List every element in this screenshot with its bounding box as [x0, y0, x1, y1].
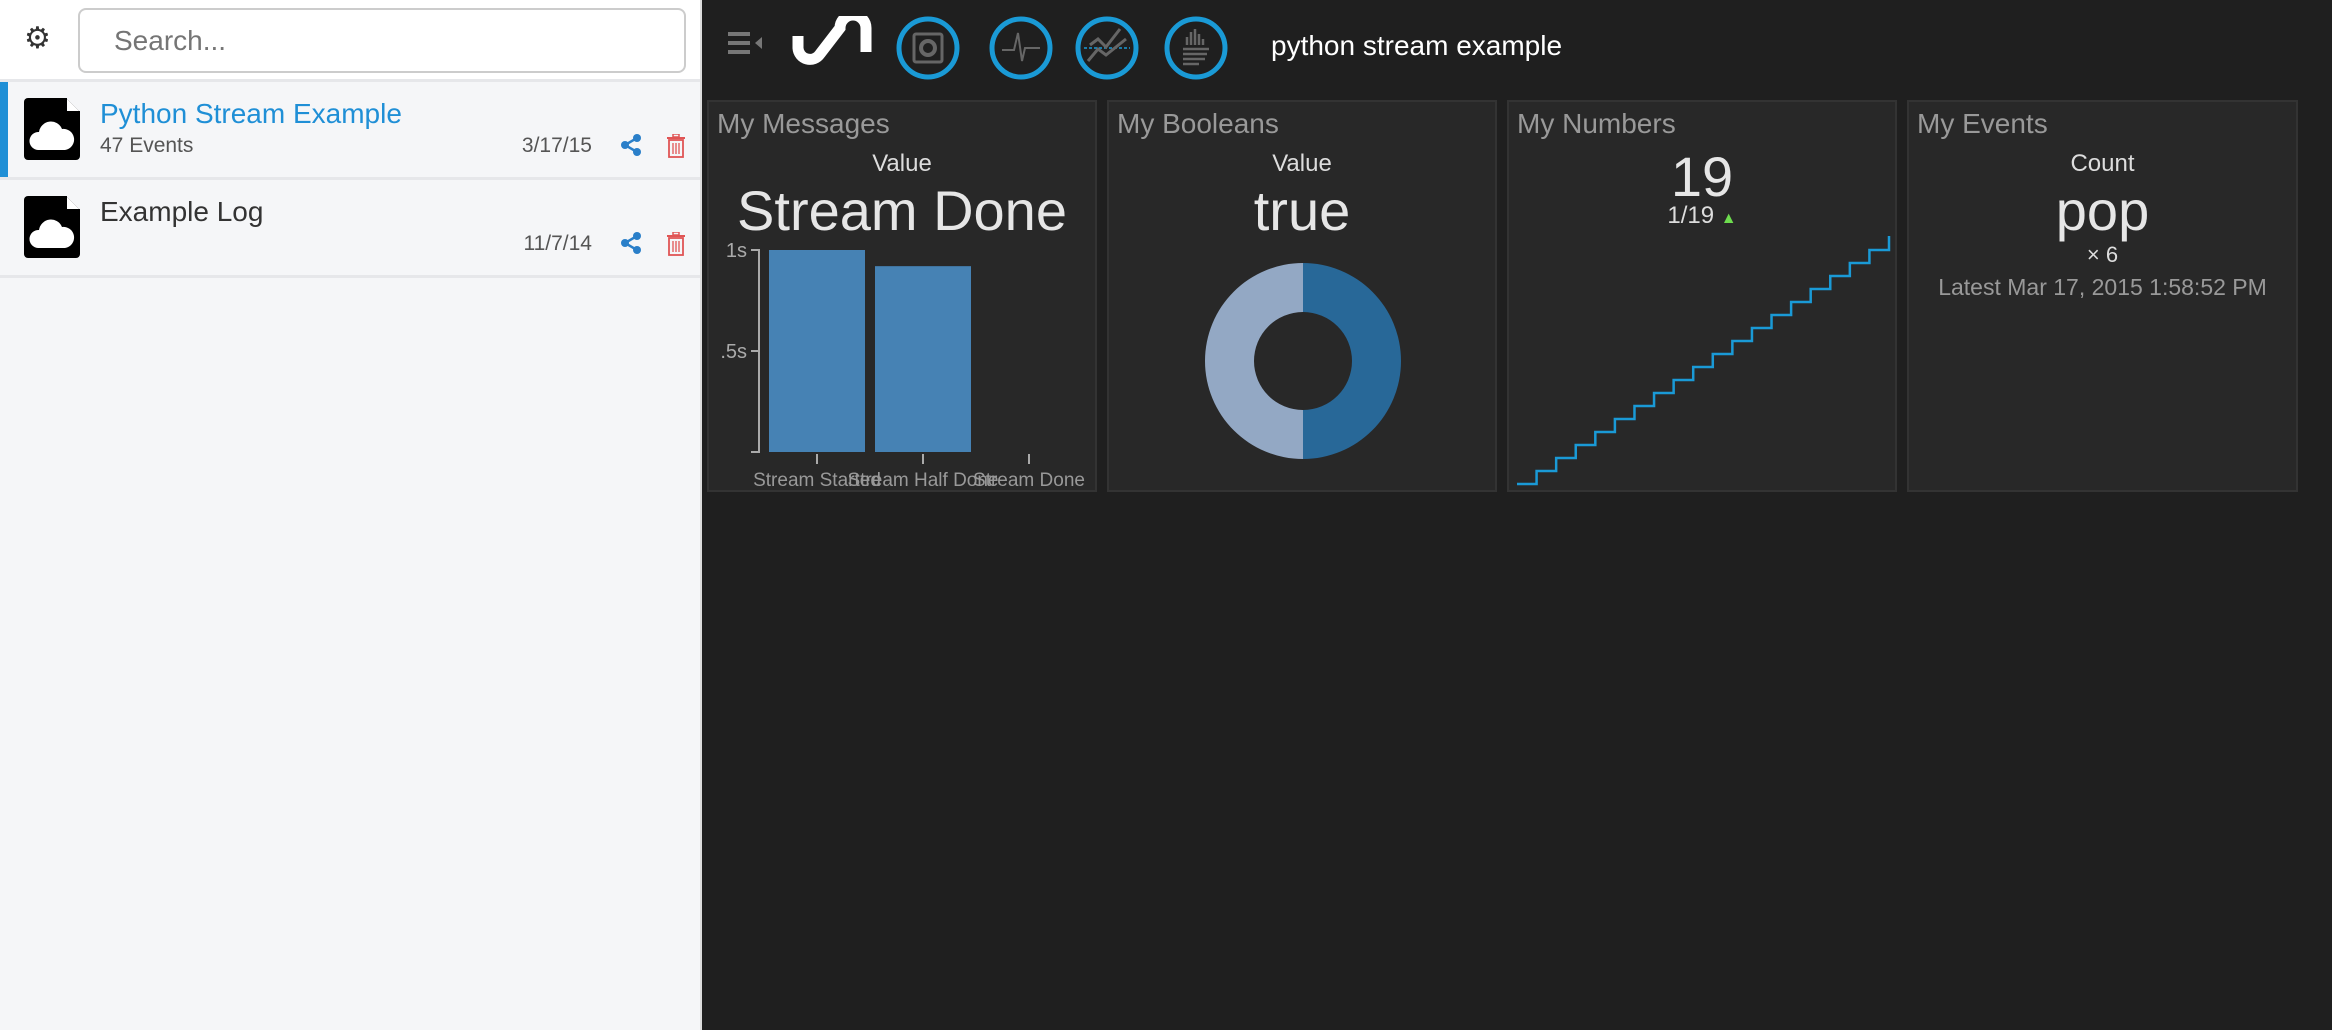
search-input[interactable] — [78, 8, 686, 73]
item-date: 3/17/15 — [521, 134, 592, 157]
step-line-chart — [1517, 236, 1891, 486]
bar — [875, 266, 971, 452]
list-item-example-log[interactable]: Example Log 11/7/14 — [0, 180, 700, 278]
bar-chart: 1s.5sStream StartedStream Half DoneStrea… — [720, 240, 1085, 491]
x-tick-label: Stream Done — [973, 470, 1085, 491]
panel-title: My Events — [1917, 108, 2048, 139]
share-icon[interactable] — [620, 134, 642, 156]
item-event-count: 47 Events — [100, 134, 194, 157]
histogram-icon[interactable] — [1163, 15, 1229, 81]
panel-my-messages: My Messages Value Stream Done 1s .5s Strea… — [707, 100, 1097, 492]
waveform-icon[interactable] — [988, 15, 1054, 81]
y-tick-label: .5s — [720, 341, 747, 363]
bar — [769, 250, 865, 452]
y-tick-label: 1s — [726, 240, 747, 262]
logo-icon — [792, 16, 872, 65]
step-line — [1517, 236, 1891, 486]
cloud-file-icon — [24, 196, 80, 258]
panel-my-booleans: My Booleans Value true — [1107, 100, 1497, 492]
donut-slice-false — [1205, 263, 1303, 459]
item-title[interactable]: Python Stream Example — [100, 98, 402, 130]
sidebar-header: ⚙ — [0, 0, 700, 82]
y-axis — [751, 249, 760, 453]
trash-icon[interactable] — [666, 232, 686, 256]
menu-collapse-icon[interactable] — [728, 30, 772, 56]
gear-icon[interactable]: ⚙ — [24, 24, 54, 54]
top-bar: python stream example — [702, 0, 2332, 95]
panel-my-events: My Events Count pop × 6 Latest Mar 17, 2… — [1907, 100, 2298, 492]
item-title[interactable]: Example Log — [100, 196, 263, 228]
line-chart-icon[interactable] — [1074, 15, 1140, 81]
trash-icon[interactable] — [666, 134, 686, 158]
event-count: × 6 — [2086, 242, 2119, 267]
count-label: Count — [2070, 150, 2135, 177]
cloud-file-icon — [24, 98, 80, 160]
list-item-python-stream-example[interactable]: Python Stream Example 47 Events 3/17/15 — [0, 82, 700, 180]
donut-chart — [1205, 263, 1401, 459]
sidebar: ⚙ Python Stream Example 47 Events 3/17/1… — [0, 0, 702, 1030]
item-date: 11/7/14 — [523, 232, 592, 255]
latest-timestamp: Latest Mar 17, 2015 1:58:52 PM — [1938, 274, 2267, 300]
dashboard-icon[interactable] — [895, 15, 961, 81]
share-icon[interactable] — [620, 232, 642, 254]
donut-slice-true — [1303, 263, 1401, 459]
stream-title: python stream example — [1271, 30, 1563, 61]
panel-my-numbers: My Numbers 19 1/19 ▲ — [1507, 100, 1897, 492]
current-value: pop — [2055, 179, 2150, 242]
